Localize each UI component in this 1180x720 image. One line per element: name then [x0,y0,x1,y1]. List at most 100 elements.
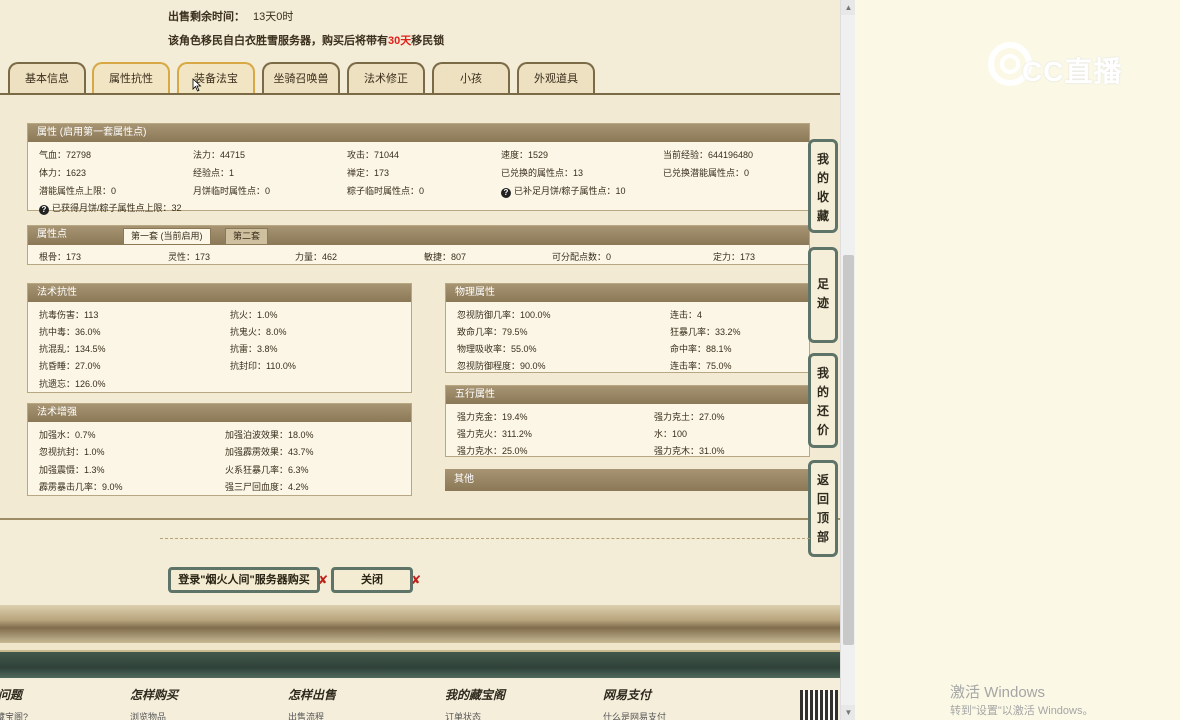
attr-cell: 已兑换的属性点：13 [501,168,584,178]
attr-cell-help: ? 已补足月饼/粽子属性点：10 [501,184,626,198]
attr-cell: 速度：1529 [501,150,549,160]
resist-cell: 抗封印：110.0% [230,361,296,371]
help-icon[interactable]: ? [501,188,511,198]
footer-link[interactable]: 浏览物品 [130,710,166,720]
physical-cell: 忽视防御几率：100.0% [457,310,551,320]
tab-attributes-resist[interactable]: 属性抗性 [92,62,170,94]
footer-heading[interactable]: 问题 [0,686,22,703]
side-char: 部 [816,530,829,544]
element-cell: 强力克水：25.0% [457,446,528,456]
tab-equipment[interactable]: 装备法宝 [177,62,255,94]
other-title: 其他 [445,469,810,491]
tab-attr-set-2[interactable]: 第二套 [225,228,269,245]
side-char: 顶 [816,511,829,525]
scroll-down-icon[interactable]: ▼ [841,705,855,720]
close-x-icon: ✘ [411,573,422,587]
spell-resist-title: 法术抗性 [28,284,411,302]
attr-point: 敏捷：807 [424,252,467,262]
footer-heading[interactable]: 我的藏宝阁 [445,686,505,703]
resist-cell: 抗雷：3.8% [230,344,278,354]
resist-cell: 抗昏睡：27.0% [39,361,101,371]
boost-cell: 加强霹雳效果：43.7% [225,447,314,457]
attr-cell: 禅定：173 [347,168,390,178]
attr-cell: 粽子临时属性点：0 [347,186,425,196]
spell-resist-section: 法术抗性 抗毒伤害：113 抗火：1.0% 抗中毒：36.0% 抗鬼火：8.0%… [27,283,412,393]
tab-children[interactable]: 小孩 [432,62,510,94]
content-panel: 属性 (启用第一套属性点) 气血：72798 法力：44715 攻击：71044… [0,93,840,520]
decorative-band [0,643,840,650]
side-char: 回 [816,492,829,506]
attr-footnote: ? 已获得月饼/粽子属性点上限：32 [39,201,182,215]
decorative-band [0,650,840,678]
side-char: 收 [816,190,829,204]
attr-cell: 法力：44715 [193,150,246,160]
windows-activation-hint: 转到"设置"以激活 Windows。 [950,705,1094,717]
physical-cell: 连击：4 [670,310,703,320]
physical-cell: 命中率：88.1% [670,344,732,354]
attr-cell-text: 已补足月饼/粽子属性点：10 [514,186,626,196]
attr-point: 定力：173 [713,252,756,262]
resist-cell: 抗中毒：36.0% [39,327,101,337]
scroll-thumb[interactable] [843,255,854,645]
physical-cell: 连击率：75.0% [670,361,732,371]
sale-time-label: 出售剩余时间： [168,11,245,23]
other-section: 其他 [445,469,810,491]
footer-heading[interactable]: 怎样出售 [288,686,336,703]
boost-cell: 加强泊波效果：18.0% [225,430,314,440]
side-char: 足 [816,277,829,291]
physical-cell: 物理吸收率：55.0% [457,344,537,354]
tab-mounts-summons[interactable]: 坐骑召唤兽 [262,62,340,94]
close-x-icon: ✘ [318,573,329,587]
element-cell: 强力克土：27.0% [654,412,725,422]
resist-cell: 抗遗忘：126.0% [39,379,106,389]
attr-point: 灵性：173 [168,252,211,262]
footer: 问题 怎样购买 怎样出售 我的藏宝阁 网易支付 藏宝阁? 浏览物品 出售流程 订… [0,678,840,720]
five-elements-section: 五行属性 强力克金：19.4% 强力克土：27.0% 强力克火：311.2% 水… [445,385,810,457]
footer-heading[interactable]: 怎样购买 [130,686,178,703]
attr-cell: 当前经验：644196480 [663,150,754,160]
physical-cell: 致命几率：79.5% [457,327,528,337]
boost-cell: 加强震慑：1.3% [39,465,105,475]
attr-point: 可分配点数：0 [552,252,612,262]
footprints-button[interactable]: 足 迹 [808,247,838,343]
spell-boost-title: 法术增强 [28,404,411,422]
tab-spell-mods[interactable]: 法术修正 [347,62,425,94]
close-button[interactable]: 关闭 [331,567,413,593]
footer-link[interactable]: 藏宝阁? [0,710,28,720]
sale-time-value: 13天0时 [253,11,294,23]
help-icon[interactable]: ? [39,205,49,215]
my-favorites-button[interactable]: 我 的 收 藏 [808,139,838,233]
physical-section: 物理属性 忽视防御几率：100.0% 连击：4 致命几率：79.5% 狂暴几率：… [445,283,810,373]
login-buy-button[interactable]: 登录"烟火人间"服务器购买 [168,567,320,593]
scrollbar[interactable]: ▲ ▼ [840,0,855,720]
back-to-top-button[interactable]: 返 回 顶 部 [808,460,838,557]
divider [160,538,810,539]
tab-basic-info[interactable]: 基本信息 [8,62,86,94]
qr-code-icon [800,690,838,720]
my-offers-button[interactable]: 我 的 还 价 [808,353,838,448]
footer-link[interactable]: 出售流程 [288,710,324,720]
server-note-suffix: 移民锁 [411,35,445,47]
side-char: 我 [816,152,829,166]
attr-cell: 攻击：71044 [347,150,400,160]
tab-attr-set-1[interactable]: 第一套 (当前启用) [123,228,211,245]
boost-cell: 霹雳暴击几率：9.0% [39,482,123,492]
resist-cell: 抗鬼火：8.0% [230,327,287,337]
cc-logo-inner-icon [1000,54,1020,74]
resist-cell: 抗火：1.0% [230,310,278,320]
boost-cell: 强三尸回血度：4.2% [225,482,309,492]
side-char: 价 [816,423,829,437]
attributes-title: 属性 (启用第一套属性点) [28,124,809,142]
footer-heading[interactable]: 网易支付 [603,686,651,703]
physical-cell: 忽视防御程度：90.0% [457,361,546,371]
footer-link[interactable]: 订单状态 [445,710,481,720]
footer-link[interactable]: 什么是网易支付 [603,710,666,720]
side-char: 的 [816,171,829,185]
cc-logo-text: CC直播 [1022,56,1123,87]
sale-time: 出售剩余时间： 13天0时 [168,8,293,24]
server-note-text: 该角色移民自白衣胜雪服务器，购买后将带有 [168,35,388,47]
element-cell: 强力克火：311.2% [457,429,532,439]
scroll-up-icon[interactable]: ▲ [841,0,855,15]
tab-appearance[interactable]: 外观道具 [517,62,595,94]
attr-cell: 体力：1623 [39,168,87,178]
